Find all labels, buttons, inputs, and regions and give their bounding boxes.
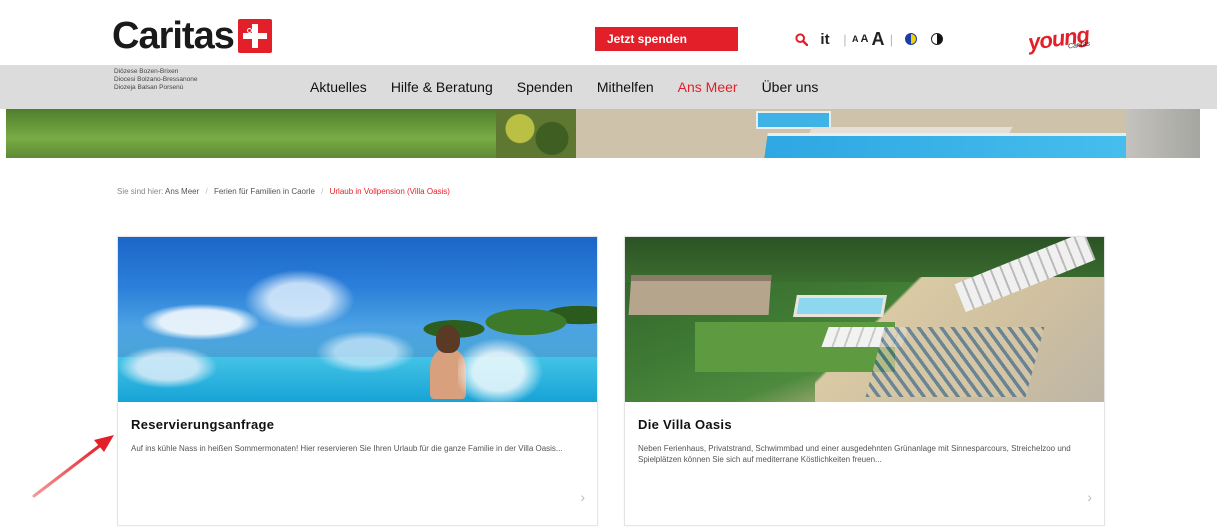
- logo-text: Caritas: [112, 15, 235, 57]
- breadcrumb-separator: /: [321, 187, 324, 196]
- header-tools: it | A A A |: [790, 26, 950, 52]
- diocese-line-it: Diocesi Bolzano-Bressanone: [114, 76, 198, 83]
- chevron-right-icon[interactable]: ›: [1087, 489, 1092, 505]
- young-caritas-logo[interactable]: young Caritas: [1026, 21, 1094, 58]
- tools-separator: |: [889, 31, 894, 47]
- font-size-medium-button[interactable]: A: [861, 26, 869, 52]
- nav-item-ueber-uns[interactable]: Über uns: [762, 79, 819, 95]
- young-logo-subtext: Caritas: [1067, 40, 1091, 51]
- breadcrumb-item-ans-meer[interactable]: Ans Meer: [165, 187, 199, 196]
- breadcrumb: Sie sind hier: Ans Meer / Ferien für Fam…: [117, 187, 450, 196]
- card-image-aerial-view: [625, 237, 1104, 402]
- hero-banner-image: [6, 109, 1200, 158]
- card-villa-oasis[interactable]: Die Villa Oasis Neben Ferienhaus, Privat…: [624, 236, 1105, 526]
- nav-item-mithelfen[interactable]: Mithelfen: [597, 79, 654, 95]
- breadcrumb-item-current: Urlaub in Vollpension (Villa Oasis): [329, 187, 450, 196]
- annotation-arrow-icon: [32, 435, 114, 498]
- card-image-water-splash: [118, 237, 597, 402]
- nav-item-ans-meer[interactable]: Ans Meer: [678, 79, 738, 95]
- chevron-right-icon[interactable]: ›: [580, 489, 585, 505]
- font-size-large-button[interactable]: A: [871, 26, 884, 52]
- breadcrumb-separator: /: [205, 187, 208, 196]
- search-icon[interactable]: [790, 26, 812, 52]
- diocese-names: Diözese Bozen-Brixen Diocesi Bolzano-Bre…: [114, 68, 197, 92]
- caritas-logo[interactable]: Caritas: [112, 16, 272, 56]
- donate-button[interactable]: Jetzt spenden: [595, 27, 738, 51]
- nav-item-aktuelles[interactable]: Aktuelles: [310, 79, 367, 95]
- main-navbar: Diözese Bozen-Brixen Diocesi Bolzano-Bre…: [0, 65, 1217, 109]
- card-title[interactable]: Die Villa Oasis: [638, 417, 732, 432]
- nav-item-hilfe-beratung[interactable]: Hilfe & Beratung: [391, 79, 493, 95]
- card-title[interactable]: Reservierungsanfrage: [131, 417, 274, 432]
- breadcrumb-prefix: Sie sind hier:: [117, 187, 164, 196]
- page: Caritas Jetzt spenden it | A A A | young…: [0, 0, 1217, 530]
- diocese-line-de: Diözese Bozen-Brixen: [114, 68, 179, 75]
- color-contrast-icon[interactable]: [905, 33, 918, 45]
- diocese-line-lad: Diozeja Balsan Porsenù: [114, 84, 184, 91]
- site-header: Caritas Jetzt spenden it | A A A | young…: [0, 0, 1217, 65]
- high-contrast-icon[interactable]: [931, 33, 944, 45]
- font-size-small-button[interactable]: A: [852, 26, 859, 52]
- card-text: Neben Ferienhaus, Privatstrand, Schwimmb…: [638, 444, 1071, 464]
- card-reservierungsanfrage[interactable]: Reservierungsanfrage Auf ins kühle Nass …: [117, 236, 598, 526]
- nav-item-spenden[interactable]: Spenden: [517, 79, 573, 95]
- card-text: Auf ins kühle Nass in heißen Sommermonat…: [131, 444, 563, 453]
- language-switch-it[interactable]: it: [812, 26, 838, 52]
- young-logo-text: young: [1026, 21, 1091, 56]
- breadcrumb-item-ferien[interactable]: Ferien für Familien in Caorle: [214, 187, 315, 196]
- caritas-cross-icon: [237, 19, 272, 53]
- tools-separator: |: [843, 31, 847, 47]
- main-nav: Aktuelles Hilfe & Beratung Spenden Mithe…: [310, 65, 842, 109]
